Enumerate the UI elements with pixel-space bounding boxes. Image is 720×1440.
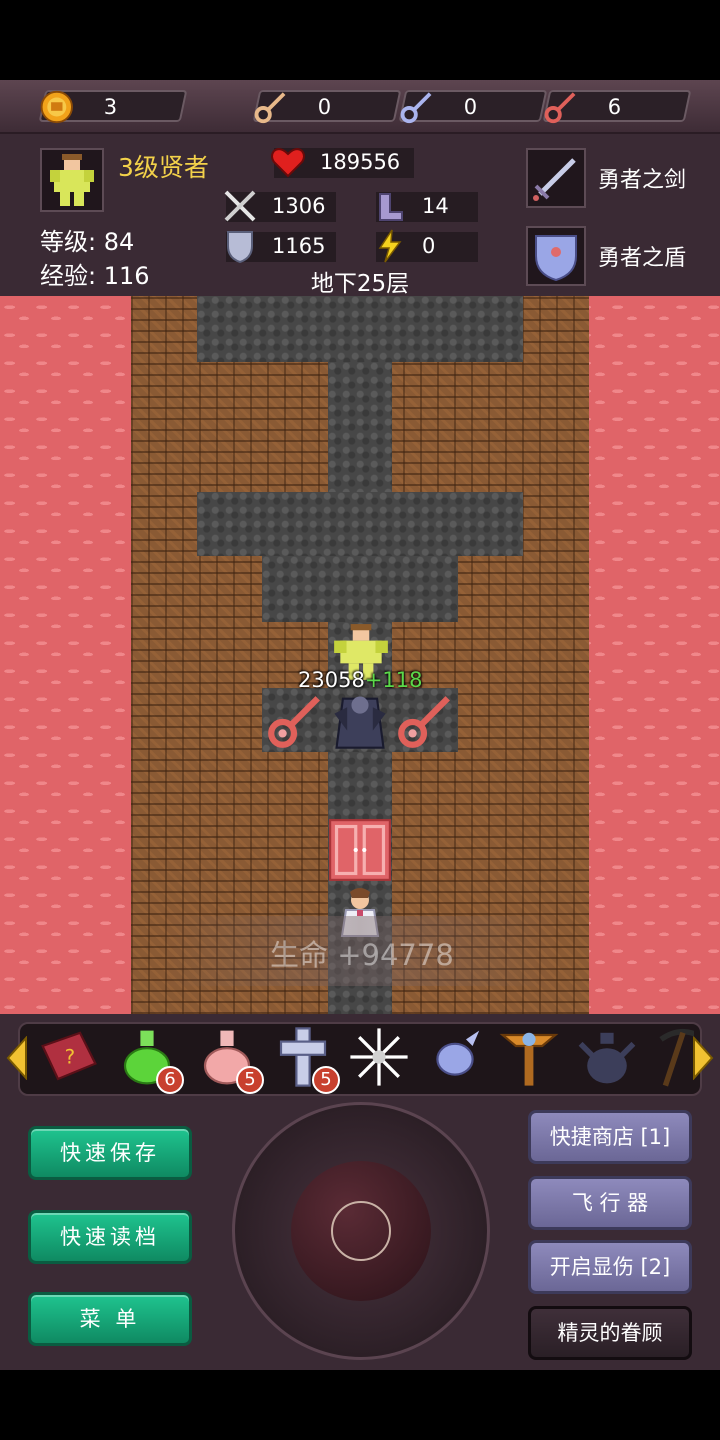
level-value: 84 [103,228,135,256]
stone-floor [197,492,523,556]
hero-sword-icon [533,158,576,201]
level-row: 等级: 84 [40,222,134,257]
joystick-knob[interactable] [331,1201,391,1261]
controls-panel: 快速保存 快速读档 菜 单 快捷商店 [1] 飞 行 器 开启显伤 [2] 精灵… [0,1100,720,1370]
pickaxe-item[interactable] [650,1024,694,1090]
blue-key-counter: 0 [398,90,548,124]
yellow-key-counter: 0 [252,90,402,124]
magic-stat: 0 [376,229,478,263]
agility-value: 14 [422,194,449,218]
attack-stat: 1306 [224,190,336,222]
scroll-left-icon[interactable] [6,1036,28,1080]
resource-bar: 3 0 0 6 [0,80,720,134]
attack-value: 1306 [272,194,326,218]
orb-icon [436,1030,480,1076]
stone-floor [262,556,458,622]
coin-count: 3 [103,95,118,119]
snowflake-item[interactable] [346,1024,412,1090]
red-key-icon[interactable] [264,690,326,752]
item-bar: ? 6 5 5 [0,1014,720,1100]
hero-title: 3级贤者 [118,153,209,182]
agility-stat: 14 [376,192,478,222]
red-key-count: 6 [607,95,622,119]
green-potion-count: 6 [156,1066,184,1094]
hero-avatar-icon [50,154,94,206]
weapon-name: 勇者之剑 [598,168,687,193]
pink-potion-item[interactable]: 5 [194,1024,264,1094]
quick-shop-button[interactable]: 快捷商店 [1] [528,1110,692,1164]
pickaxe-icon [659,1028,694,1087]
show-damage-button[interactable]: 开启显伤 [2] [528,1240,692,1294]
game-map[interactable]: 23058+118 生命 +94778 [0,296,720,1014]
hero-portrait [40,148,104,212]
red-key-icon[interactable] [394,690,456,752]
stone-floor [328,362,392,492]
coin-counter: 3 [38,90,188,124]
shield-name: 勇者之盾 [598,246,687,271]
stone-floor [197,296,523,362]
cross-count: 5 [312,1066,340,1094]
quick-save-button[interactable]: 快速保存 [28,1126,192,1180]
hp-value: 189556 [320,150,401,174]
red-key-counter: 6 [542,90,692,124]
shield-slot [526,226,586,286]
shield-icon [227,231,253,264]
yellow-key-icon [254,92,286,124]
hp-stat: 189556 [271,148,414,178]
defense-stat: 1165 [226,231,336,264]
monster-book-icon: ? [41,1031,97,1081]
svg-text:?: ? [65,1046,76,1069]
toast-text: 生命 +94778 [270,938,454,972]
damage-gain: +118 [364,668,423,692]
joystick-base[interactable] [291,1161,431,1301]
red-door[interactable] [328,818,392,882]
weapon-slot [526,148,586,208]
yellow-key-count: 0 [317,95,332,119]
sword-icon [224,190,256,222]
holy-cross-item[interactable]: 5 [270,1024,340,1094]
green-potion-item[interactable]: 6 [114,1024,184,1094]
menu-button[interactable]: 菜 单 [28,1292,192,1346]
damage-indicator: 23058+118 [298,668,423,692]
monster-book-item[interactable]: ? [36,1024,102,1090]
coin-icon [40,90,73,124]
snowflake-icon [350,1028,408,1086]
blue-key-icon [400,92,432,124]
red-key-icon [544,92,576,124]
hero-panel: 3级贤者 等级: 84 经验: 116 189556 1306 1165 14 [0,134,720,297]
blue-key-count: 0 [463,95,478,119]
nav-bar [0,1370,720,1440]
orb-item[interactable] [422,1024,488,1090]
quick-load-button[interactable]: 快速读档 [28,1210,192,1264]
staff-icon [499,1032,559,1086]
dark-vase-icon [578,1032,636,1084]
lightning-icon [378,229,402,263]
status-bar [0,0,720,80]
toast-message: 生命 +94778 [160,916,560,986]
hero-shield-icon [535,235,577,282]
boots-icon [379,193,403,221]
flyer-button[interactable]: 飞 行 器 [528,1176,692,1230]
damage-value: 23058 [298,668,365,692]
direction-pad[interactable] [232,1102,490,1360]
level-label: 等级: [40,228,97,256]
dark-vase-item[interactable] [574,1024,640,1090]
pink-potion-count: 5 [236,1066,264,1094]
magic-value: 0 [422,234,436,258]
scroll-right-icon[interactable] [692,1036,714,1080]
defense-value: 1165 [272,234,326,258]
dark-knight-monster[interactable] [328,688,392,752]
heart-icon [271,148,305,178]
fairy-favor-button[interactable]: 精灵的眷顾 [528,1306,692,1360]
staff-item[interactable] [496,1024,562,1090]
